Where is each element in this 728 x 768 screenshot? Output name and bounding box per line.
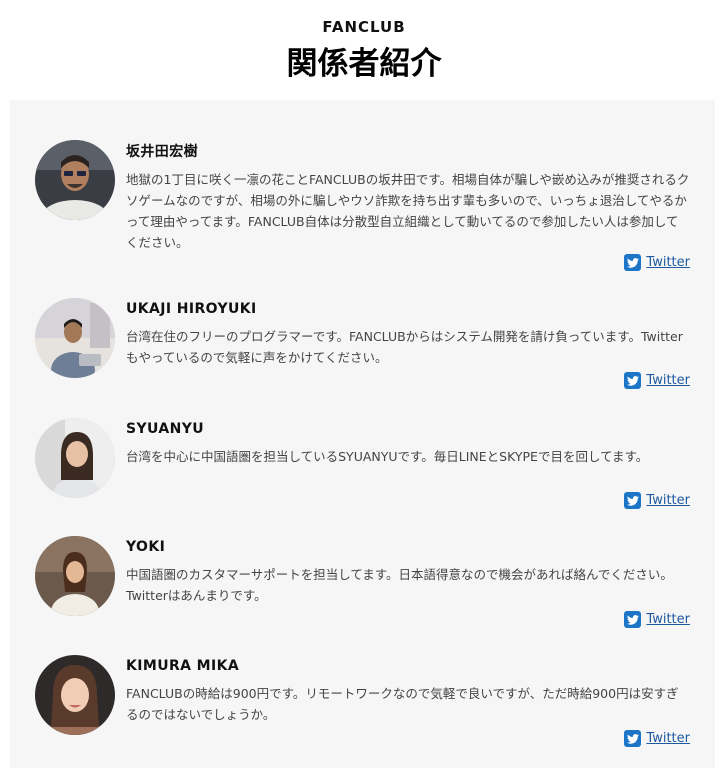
twitter-link-label: Twitter (646, 731, 690, 746)
member-bio: 中国語圏のカスタマーサポートを担当してます。日本語得意なので機会があれば絡んでく… (126, 567, 673, 603)
member-bio: 台湾を中心に中国語圏を担当しているSYUANYUです。毎日LINEとSKYPEで… (126, 449, 649, 464)
member-bio: 台湾在住のフリーのプログラマーです。FANCLUBからはシステム開発を請け負って… (126, 329, 683, 365)
avatar (35, 418, 115, 498)
page-header: FANCLUB 関係者紹介 (0, 0, 728, 84)
twitter-icon (624, 492, 642, 509)
member-bio: 地獄の1丁目に咲く一凛の花ことFANCLUBの坂井田です。相場自体が騙しや嵌め込… (126, 172, 690, 250)
twitter-link-label: Twitter (646, 373, 690, 388)
member-bio: FANCLUBの時給は900円です。リモートワークなので気軽で良いですが、ただ時… (126, 686, 679, 722)
avatar (35, 140, 115, 220)
twitter-icon (624, 611, 642, 628)
avatar (35, 536, 115, 616)
twitter-link-label: Twitter (646, 493, 690, 508)
member-name: 坂井田宏樹 (126, 144, 198, 160)
section-eyebrow: FANCLUB (322, 18, 406, 36)
twitter-icon (624, 730, 642, 747)
twitter-link[interactable]: Twitter (624, 372, 690, 389)
twitter-link[interactable]: Twitter (624, 254, 690, 271)
twitter-icon (624, 372, 642, 389)
members-panel: 坂井田宏樹 地獄の1丁目に咲く一凛の花ことFANCLUBの坂井田です。相場自体が… (10, 100, 715, 768)
avatar (35, 298, 115, 378)
twitter-link-label: Twitter (646, 612, 690, 627)
twitter-link[interactable]: Twitter (624, 492, 690, 509)
twitter-icon (624, 254, 642, 271)
member-name: YOKI (126, 539, 166, 555)
twitter-link-label: Twitter (646, 255, 690, 270)
page-title: 関係者紹介 (286, 46, 442, 82)
member-name: UKAJI HIROYUKI (126, 301, 257, 317)
member-name: KIMURA MIKA (126, 658, 240, 674)
avatar (35, 655, 115, 735)
twitter-link[interactable]: Twitter (624, 730, 690, 747)
twitter-link[interactable]: Twitter (624, 611, 690, 628)
member-name: SYUANYU (126, 421, 205, 437)
